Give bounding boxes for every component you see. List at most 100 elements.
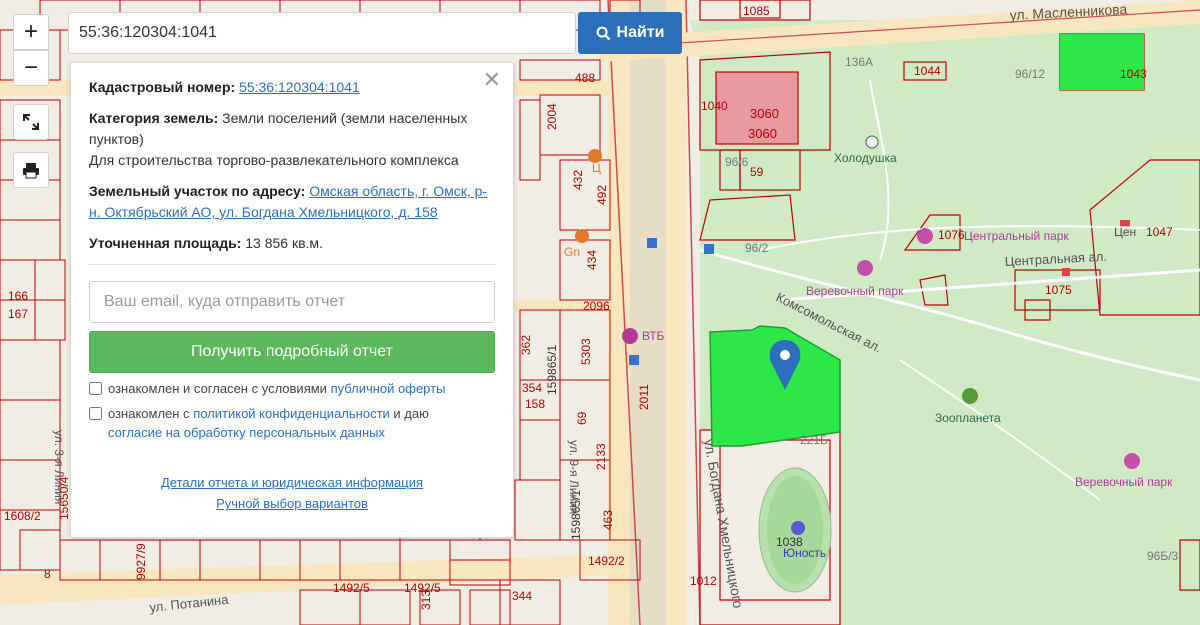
close-icon[interactable]: ✕	[483, 69, 501, 91]
land-category-label: Категория земель:	[89, 110, 219, 126]
consent-privacy-checkbox[interactable]	[89, 407, 102, 420]
map-parcel-label: 488	[575, 71, 595, 85]
bus-stop-icon	[704, 244, 714, 254]
map-parcel-label: 1076	[938, 228, 965, 242]
email-field[interactable]	[89, 281, 495, 323]
details-link[interactable]: Детали отчета и юридическая информация	[161, 472, 423, 493]
cadastral-number-label: Кадастровый номер:	[89, 79, 236, 95]
area-value: 13 856 кв.м.	[245, 235, 323, 251]
map-parcel-label: 96/6	[725, 155, 749, 169]
map-parcel-label: 167	[8, 307, 28, 321]
bus-stop-icon	[647, 238, 657, 248]
map-street-label: ул. 9-я Линия	[567, 440, 581, 514]
map-poi-label: Зоопланета	[935, 411, 1001, 425]
map-parcel-label: 1047	[1146, 225, 1173, 239]
map-parcel-label: 1044	[914, 64, 941, 78]
map-parcel-label: 136А	[845, 55, 873, 69]
map-poi-label: Цен	[1114, 225, 1136, 239]
map-poi-label: Ц	[592, 161, 601, 175]
map-parcel-label: 96Б/3	[1147, 549, 1179, 563]
map-parcel-label: 166	[8, 289, 28, 303]
map-poi-label: ВТБ	[642, 329, 665, 343]
map-parcel-label: 69	[575, 411, 589, 425]
personal-data-consent-link[interactable]: согласие на обработку персональных данны…	[108, 425, 385, 440]
divider	[89, 264, 495, 265]
map-parcel-label: 5303	[579, 338, 593, 365]
map-parcel-label: 492	[595, 185, 609, 205]
map-poi-label: Веревочный парк	[806, 284, 904, 298]
manual-selection-link[interactable]: Ручной выбор вариантов	[216, 493, 368, 514]
fullscreen-icon	[23, 114, 39, 130]
map-parcel-label: 96/2	[745, 241, 769, 255]
parcel-info-panel: ✕ Кадастровый номер: 55:36:120304:1041 К…	[70, 62, 514, 538]
map-parcel-label: 59	[750, 165, 764, 179]
map-parcel-label: 313	[419, 590, 433, 610]
map-parcel-label: 1012	[690, 574, 717, 588]
map-parcel-label: 362	[519, 335, 533, 355]
map-parcel-label: 2096	[583, 299, 610, 313]
map-poi-label: Веревочный парк	[1075, 475, 1173, 489]
consent-privacy-text: ознакомлен с политикой конфиденциальност…	[108, 406, 429, 440]
search-icon	[596, 26, 610, 40]
map-poi-label: Gn	[564, 245, 580, 259]
poi-icon-bank	[622, 328, 638, 344]
map-parcel-label: 463	[601, 510, 615, 530]
map-parcel-label: 2004	[545, 103, 559, 130]
poi-icon-shop	[575, 229, 589, 243]
map-parcel-label: 1492/2	[588, 554, 625, 568]
plus-icon: +	[23, 18, 38, 45]
map-parcel-label: 1040	[701, 99, 728, 113]
zoom-out-button[interactable]: −	[13, 50, 49, 86]
map-parcel-label: 344	[512, 589, 532, 603]
area-label: Уточненная площадь:	[89, 235, 242, 251]
map-poi-label: Холодушка	[834, 151, 897, 165]
cadastral-number-link[interactable]: 55:36:120304:1041	[239, 79, 360, 95]
consent-offer-checkbox-row[interactable]: ознакомлен и согласен с условиями публич…	[89, 379, 495, 398]
land-category-row: Категория земель: Земли поселений (земли…	[89, 108, 495, 171]
privacy-policy-link[interactable]: политикой конфиденциальности	[193, 406, 390, 421]
address-label: Земельный участок по адресу:	[89, 183, 306, 199]
map-parcel-label: 96/12	[1015, 67, 1045, 81]
search-button-label: Найти	[616, 24, 665, 41]
map-poi-label: Юность	[783, 546, 826, 560]
printer-icon	[23, 163, 39, 179]
map-parcel-label: 221Б	[800, 433, 828, 447]
map-parcel-label: 1043	[1120, 67, 1147, 81]
consent-offer-text: ознакомлен и согласен с условиями публич…	[108, 381, 446, 396]
map-street-label: ул. 3-я Линия	[52, 430, 66, 504]
map-parcel-label: 1492/5	[333, 581, 370, 595]
consent-offer-checkbox[interactable]	[89, 382, 102, 395]
map-parcel-label: 1075	[1045, 283, 1072, 297]
get-report-button[interactable]: Получить подробный отчет	[89, 331, 495, 373]
cadastral-number-row: Кадастровый номер: 55:36:120304:1041	[89, 77, 495, 98]
area-row: Уточненная площадь: 13 856 кв.м.	[89, 233, 495, 254]
poi-icon-zoo	[962, 388, 978, 404]
poi-icon-rope-park-2	[1124, 453, 1140, 469]
map-parcel-label: 3060	[748, 126, 777, 141]
map-parcel-label: 1608/2	[4, 509, 41, 523]
map-parcel-label: 1085	[743, 4, 770, 18]
map-poi-label: Центральный парк	[964, 229, 1069, 243]
consent-privacy-checkbox-row[interactable]: ознакомлен с политикой конфиденциальност…	[89, 404, 495, 442]
public-offer-link[interactable]: публичной оферты	[331, 381, 446, 396]
poi-icon-rope-park	[857, 260, 873, 276]
map-parcel-label: 158	[525, 397, 545, 411]
cadastral-search-input[interactable]	[68, 12, 576, 54]
poi-icon-kholodushka	[865, 135, 879, 149]
map-parcel-label: 3060	[750, 106, 779, 121]
fullscreen-button[interactable]	[13, 104, 49, 140]
bus-stop-icon	[629, 355, 639, 365]
map-parcel-label: 9927/9	[134, 543, 148, 580]
map-parcel-label: 8	[44, 567, 51, 581]
land-purpose: Для строительства торгово-развлекательно…	[89, 152, 459, 168]
map-parcel-label: 2011	[637, 384, 651, 410]
map-parcel-label: 434	[585, 250, 599, 270]
poi-icon-stadium	[791, 521, 805, 535]
zoom-in-button[interactable]: +	[13, 14, 49, 50]
map-parcel-label: 432	[571, 170, 585, 190]
search-button[interactable]: Найти	[578, 12, 682, 54]
print-button[interactable]	[13, 152, 49, 188]
address-row: Земельный участок по адресу: Омская обла…	[89, 181, 495, 223]
minus-icon: −	[23, 54, 38, 81]
search-bar	[68, 12, 576, 54]
